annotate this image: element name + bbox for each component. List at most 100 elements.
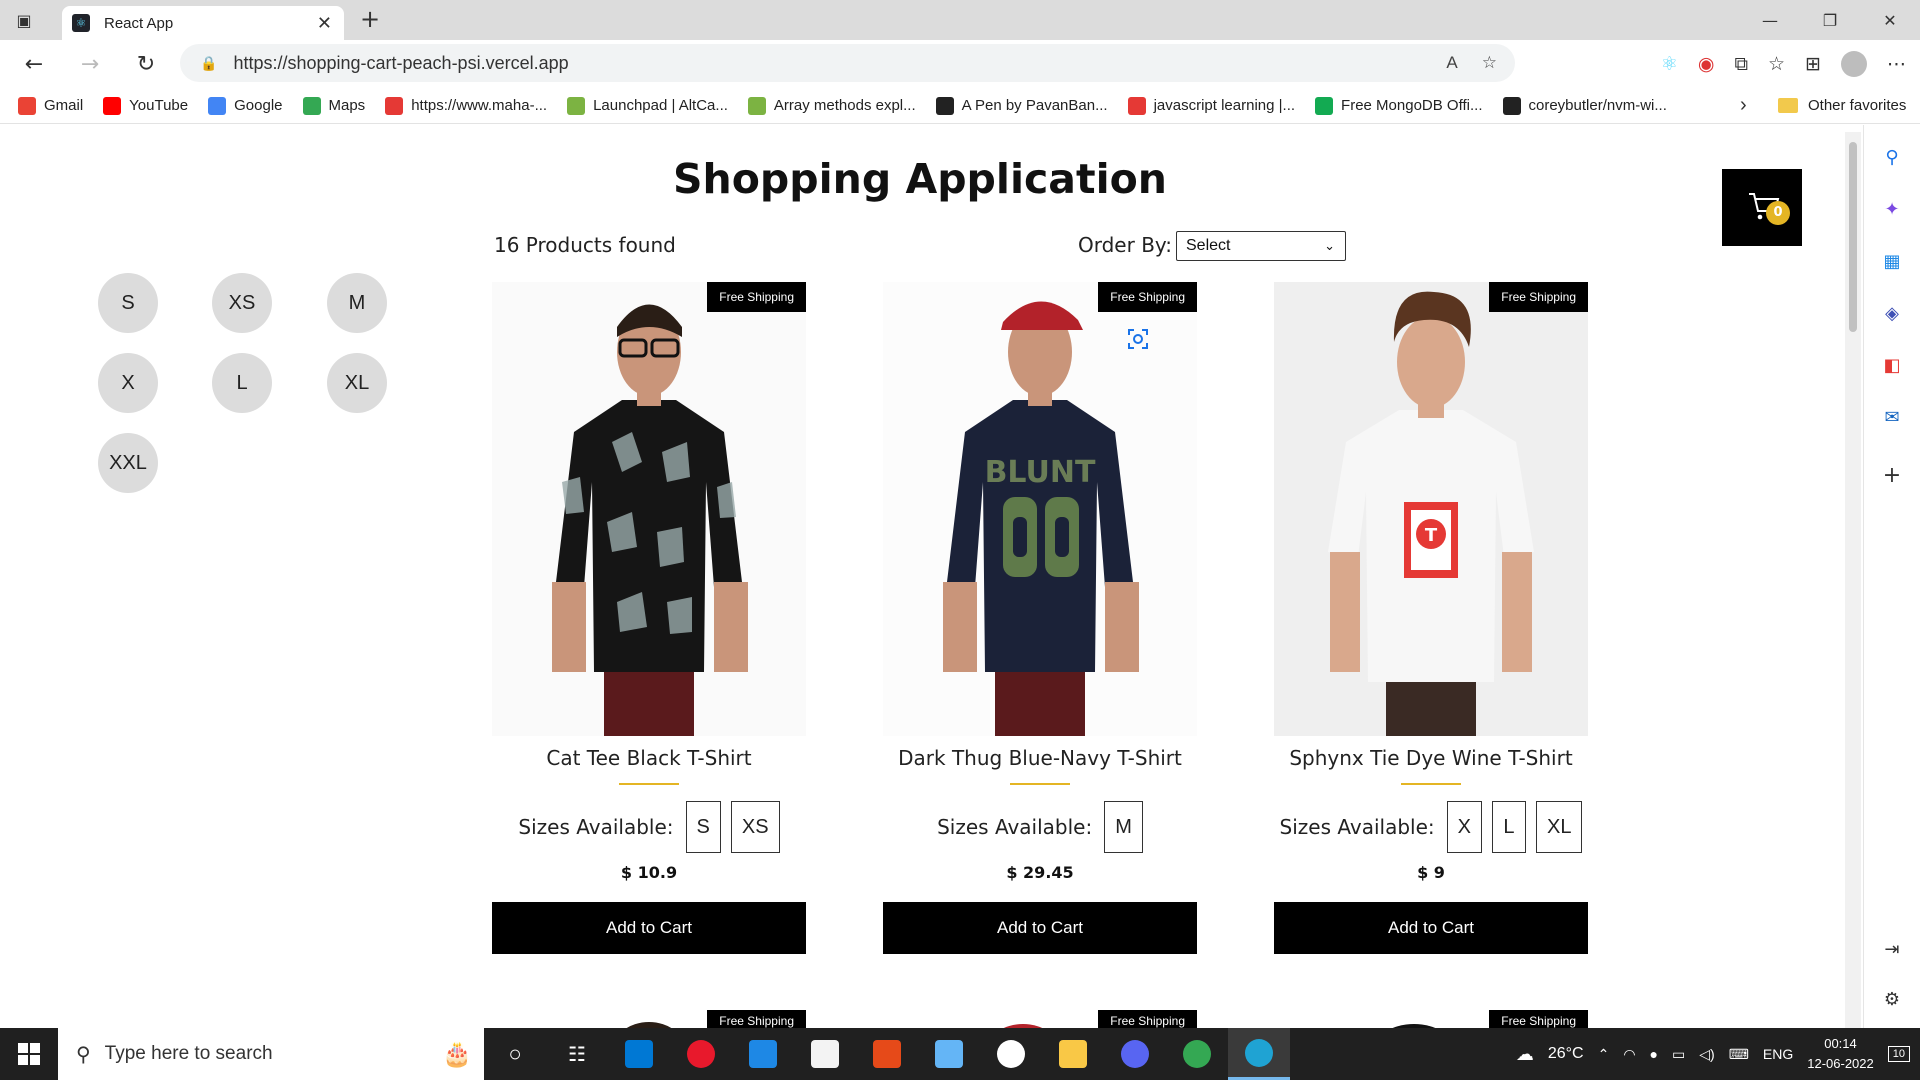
scrollbar-thumb[interactable] — [1849, 142, 1857, 332]
product-image[interactable]: Free Shipping — [883, 1010, 1197, 1028]
profile-avatar[interactable] — [1841, 51, 1867, 77]
more-options-icon[interactable]: ⋯ — [1887, 53, 1906, 75]
page-scrollbar[interactable] — [1845, 132, 1861, 1028]
bookmark-item[interactable]: Maps — [302, 96, 365, 115]
add-to-cart-button[interactable]: Add to Cart — [883, 902, 1197, 954]
tools-icon[interactable]: ▦ — [1880, 249, 1904, 273]
keyboard-icon[interactable]: ⌨ — [1729, 1046, 1749, 1063]
bookmark-item[interactable]: Google — [208, 96, 283, 115]
discord-icon[interactable] — [1104, 1028, 1166, 1080]
search-icon[interactable]: ⚲ — [1880, 145, 1904, 169]
vscode-icon[interactable] — [608, 1028, 670, 1080]
tab-title: React App — [104, 14, 174, 32]
task-view-icon[interactable]: ○ — [484, 1028, 546, 1080]
collections-icon[interactable]: ⊞ — [1805, 53, 1821, 75]
chrome-icon[interactable] — [1166, 1028, 1228, 1080]
other-favorites[interactable]: Other favorites — [1778, 97, 1906, 114]
bookmark-item[interactable]: Gmail — [18, 96, 83, 115]
size-filter-m[interactable]: M — [327, 273, 387, 333]
add-to-cart-button[interactable]: Add to Cart — [492, 902, 806, 954]
add-to-cart-button[interactable]: Add to Cart — [1274, 902, 1588, 954]
size-filter-x[interactable]: X — [98, 353, 158, 413]
windows-start-icon[interactable] — [0, 1028, 58, 1080]
size-filter-xxl[interactable]: XXL — [98, 433, 158, 493]
language-indicator[interactable]: ENG — [1763, 1046, 1793, 1062]
settings-icon[interactable]: ⚙ — [1880, 987, 1904, 1011]
url-text: https://shopping-cart-peach-psi.vercel.a… — [233, 52, 569, 73]
show-hidden-icons[interactable]: ⌃ — [1598, 1046, 1610, 1063]
office-icon[interactable]: ◧ — [1880, 353, 1904, 377]
tshirt-model-image: T — [1274, 282, 1588, 736]
bookmark-item[interactable]: A Pen by PavanBan... — [935, 96, 1108, 115]
size-filter-xs[interactable]: XS — [212, 273, 272, 333]
product-image[interactable]: BLUNT Free Shipping — [883, 282, 1197, 736]
bookmark-item[interactable]: Array methods expl... — [747, 96, 916, 115]
product-image[interactable]: T Free Shipping — [1274, 282, 1588, 736]
cart-button[interactable]: 0 — [1722, 169, 1802, 246]
add-favorite-icon[interactable]: ☆ — [1482, 53, 1497, 73]
microphone-icon[interactable]: ● — [1650, 1046, 1658, 1062]
size-filter-xl[interactable]: XL — [327, 353, 387, 413]
edge-icon[interactable] — [1228, 1028, 1290, 1080]
order-by-select[interactable]: Select ⌄ — [1176, 231, 1346, 261]
sizes-available-row: Sizes Available: M — [883, 801, 1197, 853]
bookmarks-overflow-icon[interactable]: › — [1740, 94, 1747, 117]
tab-close-icon[interactable]: ✕ — [317, 13, 332, 34]
store-icon[interactable] — [794, 1028, 856, 1080]
notifications-icon[interactable]: 10 — [1887, 1046, 1910, 1062]
wifi-icon[interactable]: ◠ — [1623, 1046, 1635, 1063]
back-icon[interactable]: ← — [12, 42, 56, 86]
battery-icon[interactable]: ▭ — [1672, 1046, 1685, 1063]
tab-react-app[interactable]: ⚛ React App ✕ — [62, 6, 344, 40]
bookmark-item[interactable]: javascript learning |... — [1127, 96, 1295, 115]
extensions-icon[interactable]: ⧉ — [1734, 53, 1748, 75]
restore-icon[interactable]: ❐ — [1800, 0, 1860, 40]
refresh-icon[interactable]: ↻ — [124, 42, 168, 86]
slack-icon[interactable] — [980, 1028, 1042, 1080]
favorites-icon[interactable]: ☆ — [1768, 53, 1785, 75]
forward-icon[interactable]: → — [68, 42, 112, 86]
bookmark-item[interactable]: Launchpad | AltCa... — [567, 96, 728, 115]
remote-desktop-icon[interactable] — [918, 1028, 980, 1080]
visual-search-icon[interactable] — [1127, 328, 1149, 350]
page-viewport: Shopping Application 0 16 Products found… — [0, 125, 1848, 1028]
file-explorer-icon[interactable] — [1042, 1028, 1104, 1080]
games-icon[interactable]: ◈ — [1880, 301, 1904, 325]
search-icon: ⚲ — [76, 1043, 91, 1066]
add-icon[interactable]: + — [1880, 463, 1904, 488]
read-aloud-icon[interactable]: A — [1446, 53, 1457, 73]
taskbar-search-input[interactable]: ⚲ Type here to search 🎂 — [58, 1028, 484, 1080]
bookmark-item[interactable]: Free MongoDB Offi... — [1315, 96, 1483, 115]
screenshot-icon[interactable]: ◉ — [1698, 53, 1715, 75]
size-filter-s[interactable]: S — [98, 273, 158, 333]
close-window-icon[interactable]: ✕ — [1860, 0, 1920, 40]
product-image[interactable]: Free Shipping — [1274, 1010, 1588, 1028]
sizes-available-label: Sizes Available: — [1279, 815, 1435, 839]
bookmark-item[interactable]: YouTube — [103, 96, 188, 115]
size-filter-l[interactable]: L — [212, 353, 272, 413]
new-tab-button[interactable]: + — [360, 0, 380, 40]
product-image[interactable]: Free Shipping — [492, 282, 806, 736]
lock-icon[interactable]: 🔒 — [200, 55, 217, 72]
weather-icon[interactable]: ☁ — [1516, 1044, 1534, 1065]
bookmark-item[interactable]: coreybutler/nvm-wi... — [1502, 96, 1667, 115]
clock-date: 12-06-2022 — [1807, 1056, 1874, 1071]
widgets-icon[interactable]: ☷ — [546, 1028, 608, 1080]
search-highlight-icon: 🎂 — [442, 1041, 472, 1068]
discover-icon[interactable]: ✦ — [1880, 197, 1904, 221]
opera-icon[interactable] — [670, 1028, 732, 1080]
product-image[interactable]: Free Shipping — [492, 1010, 806, 1028]
volume-icon[interactable]: ◁) — [1699, 1046, 1714, 1063]
sizes-available-row: Sizes Available: X L XL — [1274, 801, 1588, 853]
mail-icon[interactable] — [732, 1028, 794, 1080]
outlook-icon[interactable]: ✉ — [1880, 405, 1904, 429]
clock[interactable]: 00:14 12-06-2022 — [1807, 1034, 1874, 1074]
bookmark-item[interactable]: https://www.maha-... — [385, 96, 547, 115]
hide-sidebar-icon[interactable]: ⇥ — [1880, 937, 1904, 961]
react-devtools-icon[interactable]: ⚛ — [1661, 53, 1678, 75]
minimize-icon[interactable]: — — [1740, 0, 1800, 40]
tab-actions-icon[interactable]: ▣ — [0, 0, 48, 40]
url-field[interactable]: 🔒 https://shopping-cart-peach-psi.vercel… — [180, 44, 1515, 82]
temperature[interactable]: 26°C — [1548, 1045, 1584, 1063]
office-app-icon[interactable] — [856, 1028, 918, 1080]
